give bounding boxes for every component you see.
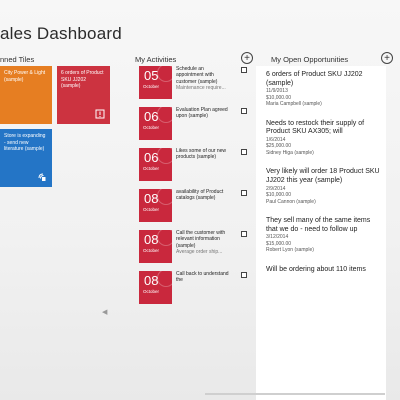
- activity-text-block: availability of Product catalogs (sample…: [176, 189, 231, 202]
- activities-list: 05 October Schedule an appointment with …: [134, 66, 254, 400]
- pinned-tile-opportunity[interactable]: 6 orders of Product SKU JJ202 (sample): [57, 66, 110, 124]
- activity-subject: Evaluation Plan agreed upon (sample): [176, 107, 228, 120]
- decorative-circle: [157, 107, 172, 123]
- activity-subject: Call back to understand the: [176, 271, 229, 284]
- activity-day: 08: [144, 191, 159, 206]
- activity-month: October: [143, 84, 160, 89]
- activity-subject: Call the customer with relevant informat…: [176, 230, 226, 249]
- activity-checkbox[interactable]: [241, 67, 247, 73]
- activity-item[interactable]: 05 October Schedule an appointment with …: [134, 66, 254, 100]
- activity-day: 06: [144, 150, 159, 165]
- activity-detail: Average order ship...: [176, 248, 223, 255]
- pinned-tiles-label: nned Tiles: [0, 55, 35, 64]
- scroll-left-arrow-icon[interactable]: ◀: [102, 308, 107, 316]
- opportunity-item[interactable]: 6 orders of Product SKU JJ202 (sample) 1…: [256, 66, 386, 108]
- opportunity-title: Very likely will order 18 Product SKU JJ…: [266, 168, 380, 184]
- opportunity-title: Will be ordering about 110 items: [266, 265, 366, 273]
- activity-day: 06: [144, 109, 159, 124]
- activity-date-tile: 05 October: [139, 66, 172, 99]
- decorative-circle: [157, 271, 172, 287]
- activity-text-block: Schedule an appointment with customer (s…: [176, 66, 231, 91]
- pinned-tile-account[interactable]: City Power & Light (sample): [0, 66, 52, 124]
- activity-subject: Schedule an appointment with customer (s…: [176, 66, 218, 85]
- opportunities-list: 6 orders of Product SKU JJ202 (sample) 1…: [256, 66, 386, 400]
- activity-month: October: [143, 289, 160, 294]
- opportunity-owner: Maria Campbell (sample): [266, 101, 322, 108]
- activity-day: 08: [144, 232, 159, 247]
- activity-day: 05: [144, 68, 159, 83]
- activity-text-block: Likes some of our new products (sample): [176, 148, 231, 161]
- tile-label: Store is expanding - send new literature…: [4, 133, 46, 153]
- opportunity-item[interactable]: Needs to restock their supply of Product…: [256, 115, 386, 157]
- decorative-circle: [157, 189, 172, 205]
- activity-date-tile: 08 October: [139, 230, 172, 263]
- opportunity-owner: Paul Cannon (sample): [266, 198, 316, 205]
- activity-month: October: [143, 125, 160, 130]
- phone-call-icon: [38, 173, 46, 181]
- opportunity-item[interactable]: Very likely will order 18 Product SKU JJ…: [256, 163, 386, 205]
- activity-date-tile: 08 October: [139, 271, 172, 304]
- activity-item[interactable]: 06 October Evaluation Plan agreed upon (…: [134, 107, 254, 141]
- opportunity-item[interactable]: They sell many of the same items that we…: [256, 212, 386, 254]
- tile-label: City Power & Light (sample): [4, 70, 46, 83]
- opportunity-owner: Sidney Higa (sample): [266, 149, 314, 156]
- activity-month: October: [143, 207, 160, 212]
- opportunity-title: Needs to restock their supply of Product…: [266, 119, 365, 136]
- activity-text-block: Call back to understand the: [176, 271, 231, 284]
- activity-subject: Likes some of our new products (sample): [176, 148, 227, 161]
- horizontal-scrollbar[interactable]: [205, 393, 385, 395]
- activity-date-tile: 06 October: [139, 107, 172, 140]
- pinned-tile-lead[interactable]: Store is expanding - send new literature…: [0, 129, 52, 187]
- opportunity-title: They sell many of the same items that we…: [266, 217, 371, 233]
- activity-checkbox[interactable]: [241, 190, 247, 196]
- opportunities-label: My Open Opportunities: [271, 55, 349, 64]
- decorative-circle: [157, 66, 172, 82]
- add-activity-button[interactable]: +: [241, 52, 253, 64]
- opportunity-title: 6 orders of Product SKU JJ202 (sample): [266, 71, 363, 87]
- page-title: ales Dashboard: [0, 24, 122, 43]
- activity-subject: availability of Product catalogs (sample…: [176, 189, 224, 202]
- activity-item[interactable]: 08 October Call the customer with releva…: [134, 230, 254, 264]
- opportunity-icon: [95, 109, 105, 119]
- opportunity-owner: Robert Lyon (sample): [266, 247, 314, 254]
- activity-date-tile: 08 October: [139, 189, 172, 222]
- activity-item[interactable]: 08 October availability of Product catal…: [134, 189, 254, 223]
- activity-date-tile: 06 October: [139, 148, 172, 181]
- activity-month: October: [143, 166, 160, 171]
- activity-checkbox[interactable]: [241, 272, 247, 278]
- activity-item[interactable]: 06 October Likes some of our new product…: [134, 148, 254, 182]
- tile-label: 6 orders of Product SKU JJ202 (sample): [61, 70, 104, 90]
- activity-item[interactable]: 08 October Call back to understand the: [134, 271, 254, 305]
- activity-month: October: [143, 248, 160, 253]
- activity-text-block: Evaluation Plan agreed upon (sample): [176, 107, 231, 120]
- opportunity-item[interactable]: Will be ordering about 110 items: [256, 261, 386, 275]
- activity-day: 08: [144, 273, 159, 288]
- activity-checkbox[interactable]: [241, 149, 247, 155]
- activity-detail: Maintenance require...: [176, 84, 226, 91]
- activity-text-block: Call the customer with relevant informat…: [176, 230, 231, 255]
- decorative-circle: [157, 230, 172, 246]
- activity-checkbox[interactable]: [241, 231, 247, 237]
- activity-checkbox[interactable]: [241, 108, 247, 114]
- decorative-circle: [157, 148, 172, 164]
- activities-label: My Activities: [135, 55, 177, 64]
- add-opportunity-button[interactable]: +: [381, 52, 393, 64]
